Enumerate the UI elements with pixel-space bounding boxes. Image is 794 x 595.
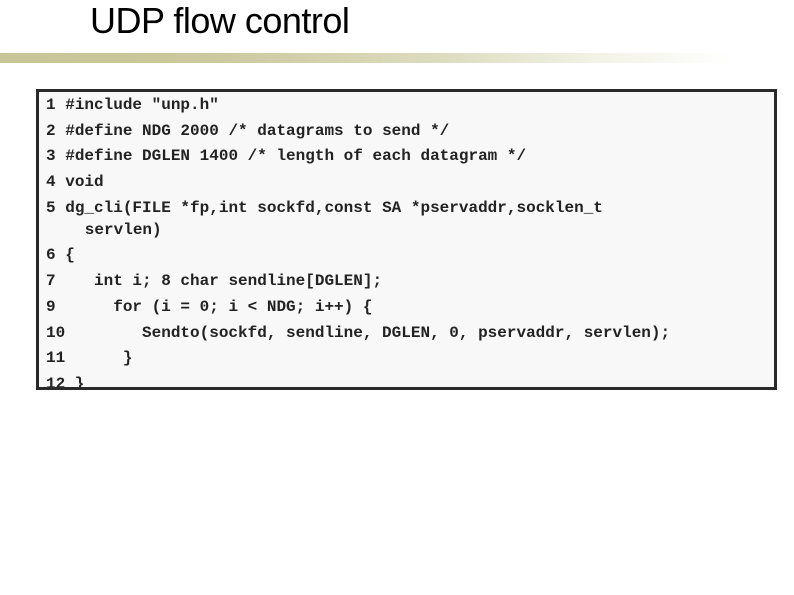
code-line: 5 dg_cli(FILE *fp,int sockfd,const SA *p… <box>46 198 603 218</box>
code-text: #include "unp.h" <box>55 96 219 114</box>
line-number: 4 <box>46 173 56 191</box>
code-line: 10 Sendto(sockfd, sendline, DGLEN, 0, ps… <box>46 323 670 343</box>
code-text: for (i = 0; i < NDG; i++) { <box>55 298 373 316</box>
code-line: 4 void <box>46 172 104 192</box>
code-text: #define DGLEN 1400 /* length of each dat… <box>55 147 527 165</box>
code-line: 11 } <box>46 348 132 368</box>
slide-title: UDP flow control <box>90 0 350 41</box>
line-number: 9 <box>46 298 56 316</box>
code-text: void <box>55 173 104 191</box>
code-listing-box: 1 #include "unp.h" 2 #define NDG 2000 /*… <box>36 89 777 390</box>
code-line: 7 int i; 8 char sendline[DGLEN]; <box>46 271 382 291</box>
code-text: servlen) <box>56 221 162 239</box>
code-text: } <box>65 349 133 367</box>
line-number: 1 <box>46 96 56 114</box>
line-number: 3 <box>46 147 56 165</box>
line-number: 2 <box>46 122 56 140</box>
code-line: 2 #define NDG 2000 /* datagrams to send … <box>46 121 449 141</box>
code-text: } <box>65 375 85 390</box>
line-number: 6 <box>46 246 56 264</box>
code-line: 12 } <box>46 374 85 390</box>
code-text: #define NDG 2000 /* datagrams to send */ <box>55 122 450 140</box>
line-number: 11 <box>46 349 66 367</box>
line-number: 12 <box>46 375 66 390</box>
code-line: 6 { <box>46 245 75 265</box>
title-underline-bar <box>0 53 794 63</box>
code-text: int i; 8 char sendline[DGLEN]; <box>55 272 383 290</box>
code-text: { <box>55 246 75 264</box>
line-number: 10 <box>46 324 66 342</box>
code-line-continuation: servlen) <box>46 220 162 240</box>
code-text: Sendto(sockfd, sendline, DGLEN, 0, pserv… <box>65 324 671 342</box>
line-number: 7 <box>46 272 56 290</box>
code-text: dg_cli(FILE *fp,int sockfd,const SA *pse… <box>55 199 603 217</box>
code-line: 9 for (i = 0; i < NDG; i++) { <box>46 297 372 317</box>
code-line: 1 #include "unp.h" <box>46 95 219 115</box>
line-number: 5 <box>46 199 56 217</box>
code-line: 3 #define DGLEN 1400 /* length of each d… <box>46 146 526 166</box>
